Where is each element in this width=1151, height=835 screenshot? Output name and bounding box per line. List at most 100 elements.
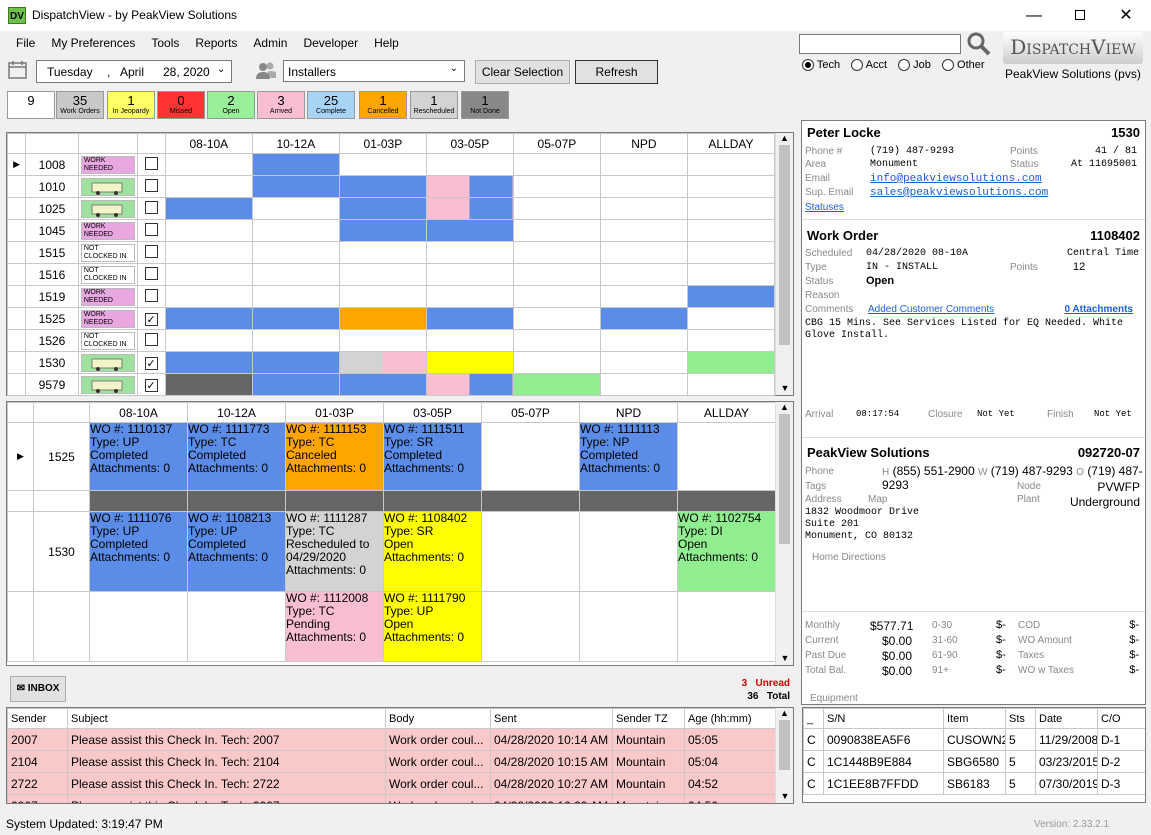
- schedule-col-header[interactable]: ALLDAY: [686, 133, 776, 154]
- schedule-scrollbar[interactable]: ▲ ▼: [775, 133, 793, 395]
- schedule-slot[interactable]: [686, 175, 776, 198]
- schedule-slot[interactable]: [251, 197, 340, 220]
- schedule-slot[interactable]: [512, 241, 601, 264]
- status-tile[interactable]: 1 Not Done: [461, 91, 509, 119]
- schedule-slot[interactable]: [512, 175, 601, 198]
- schedule-row[interactable]: ▶ 1008 WORK NEEDED: [6, 153, 776, 176]
- schedule-slot[interactable]: [599, 175, 688, 198]
- detail-col-header[interactable]: ALLDAY: [677, 402, 776, 423]
- attachments-link[interactable]: 0 Attachments: [1064, 304, 1133, 315]
- radio-acct[interactable]: Acct: [851, 59, 887, 72]
- schedule-row[interactable]: 1525 WORK NEEDED ✓: [6, 307, 776, 330]
- schedule-row[interactable]: 1519 WORK NEEDED: [6, 285, 776, 308]
- sup-email-link[interactable]: sales@peakviewsolutions.com: [870, 187, 1048, 199]
- inbox-col-header[interactable]: Body: [385, 708, 491, 729]
- schedule-row[interactable]: 1515 NOT CLOCKED IN: [6, 241, 776, 264]
- tech-id-cell[interactable]: 1519: [25, 285, 79, 308]
- inbox-col-header[interactable]: Subject: [67, 708, 386, 729]
- equipment-col-header[interactable]: Sts: [1005, 708, 1036, 729]
- scroll-down-icon[interactable]: ▼: [776, 653, 794, 663]
- scroll-thumb[interactable]: [779, 414, 790, 544]
- schedule-slot[interactable]: [251, 373, 340, 396]
- schedule-slot[interactable]: [686, 307, 776, 330]
- schedule-slot[interactable]: [338, 351, 427, 374]
- schedule-slot[interactable]: [686, 351, 776, 374]
- schedule-slot[interactable]: [338, 307, 427, 330]
- tech-id-cell[interactable]: 1010: [25, 175, 79, 198]
- tech-id-cell[interactable]: 1525: [25, 307, 79, 330]
- schedule-slot[interactable]: [686, 219, 776, 242]
- work-order-card[interactable]: WO #: 1110137 Type: UP Completed Attachment…: [89, 422, 188, 491]
- inbox-col-header[interactable]: Age (hh:mm): [684, 708, 776, 729]
- work-order-card[interactable]: [579, 511, 678, 592]
- schedule-slot[interactable]: [164, 153, 253, 176]
- equipment-col-header[interactable]: C/O: [1097, 708, 1145, 729]
- status-tile[interactable]: 1 Cancelled: [359, 91, 407, 119]
- tech-id-cell[interactable]: [33, 591, 90, 662]
- select-checkbox-cell[interactable]: ✓: [136, 307, 166, 330]
- schedule-col-header[interactable]: 05-07P: [512, 133, 601, 154]
- select-checkbox[interactable]: [144, 288, 158, 302]
- select-checkbox[interactable]: [144, 244, 158, 258]
- tech-id-cell[interactable]: 1530: [33, 511, 90, 592]
- menu-admin[interactable]: Admin: [245, 31, 295, 55]
- schedule-slot[interactable]: [338, 197, 427, 220]
- schedule-slot[interactable]: [512, 263, 601, 286]
- select-checkbox-cell[interactable]: [136, 241, 166, 264]
- work-order-card[interactable]: WO #: 1108402 Type: SR Open Attachments: 0: [383, 511, 482, 592]
- refresh-button[interactable]: Refresh: [575, 60, 658, 84]
- minimize-button[interactable]: —: [1011, 0, 1057, 31]
- select-checkbox[interactable]: [144, 222, 158, 236]
- schedule-slot[interactable]: [338, 175, 427, 198]
- work-order-card[interactable]: WO #: 1102754 Type: DI Open Attachments: 0: [677, 511, 776, 592]
- close-button[interactable]: ✕: [1103, 0, 1149, 31]
- detail-col-header[interactable]: 01-03P: [285, 402, 384, 423]
- schedule-slot[interactable]: [599, 263, 688, 286]
- select-checkbox-cell[interactable]: [136, 285, 166, 308]
- schedule-slot[interactable]: [512, 351, 601, 374]
- work-order-card[interactable]: [677, 591, 776, 662]
- detail-scrollbar[interactable]: ▲ ▼: [775, 402, 793, 665]
- schedule-slot[interactable]: [425, 351, 514, 374]
- work-order-card[interactable]: WO #: 1111511 Type: SR Completed Attachment…: [383, 422, 482, 491]
- schedule-col-header[interactable]: 01-03P: [338, 133, 427, 154]
- status-tile[interactable]: 9: [7, 91, 55, 119]
- schedule-slot[interactable]: [164, 219, 253, 242]
- scroll-thumb[interactable]: [779, 145, 790, 345]
- map-link[interactable]: Map: [868, 494, 887, 505]
- schedule-slot[interactable]: [164, 351, 253, 374]
- schedule-col-header[interactable]: 10-12A: [251, 133, 340, 154]
- maximize-button[interactable]: [1057, 0, 1103, 31]
- schedule-slot[interactable]: [251, 219, 340, 242]
- tech-id-cell[interactable]: 1526: [25, 329, 79, 352]
- schedule-slot[interactable]: [686, 373, 776, 396]
- tech-id-cell[interactable]: 1516: [25, 263, 79, 286]
- schedule-slot[interactable]: [251, 153, 340, 176]
- detail-col-header[interactable]: 03-05P: [383, 402, 482, 423]
- select-checkbox[interactable]: ✓: [144, 378, 158, 392]
- statuses-link[interactable]: Statuses: [805, 202, 844, 213]
- schedule-slot[interactable]: [425, 197, 514, 220]
- clear-selection-button[interactable]: Clear Selection: [475, 60, 570, 84]
- schedule-slot[interactable]: [425, 329, 514, 352]
- detail-col-header[interactable]: 05-07P: [481, 402, 580, 423]
- schedule-slot[interactable]: [599, 241, 688, 264]
- equipment-col-header[interactable]: S/N: [823, 708, 944, 729]
- schedule-col-header[interactable]: 08-10A: [164, 133, 253, 154]
- schedule-slot[interactable]: [425, 307, 514, 330]
- schedule-slot[interactable]: [425, 373, 514, 396]
- scroll-up-icon[interactable]: ▲: [776, 402, 793, 412]
- schedule-slot[interactable]: [686, 153, 776, 176]
- schedule-row[interactable]: 1025: [6, 197, 776, 220]
- work-order-card[interactable]: WO #: 1112008 Type: TC Pending Attachments:…: [285, 591, 384, 662]
- select-checkbox-cell[interactable]: ✓: [136, 351, 166, 374]
- schedule-slot[interactable]: [251, 175, 340, 198]
- inbox-scrollbar[interactable]: ▲ ▼: [775, 708, 793, 803]
- equipment-row[interactable]: C 1C1EE8B7FFDD SB6183 5 07/30/2019 D-3: [803, 772, 1145, 795]
- select-checkbox-cell[interactable]: [136, 197, 166, 220]
- schedule-slot[interactable]: [686, 197, 776, 220]
- inbox-col-header[interactable]: Sender TZ: [612, 708, 685, 729]
- select-checkbox[interactable]: [144, 200, 158, 214]
- tech-id-cell[interactable]: 1515: [25, 241, 79, 264]
- schedule-slot[interactable]: [599, 153, 688, 176]
